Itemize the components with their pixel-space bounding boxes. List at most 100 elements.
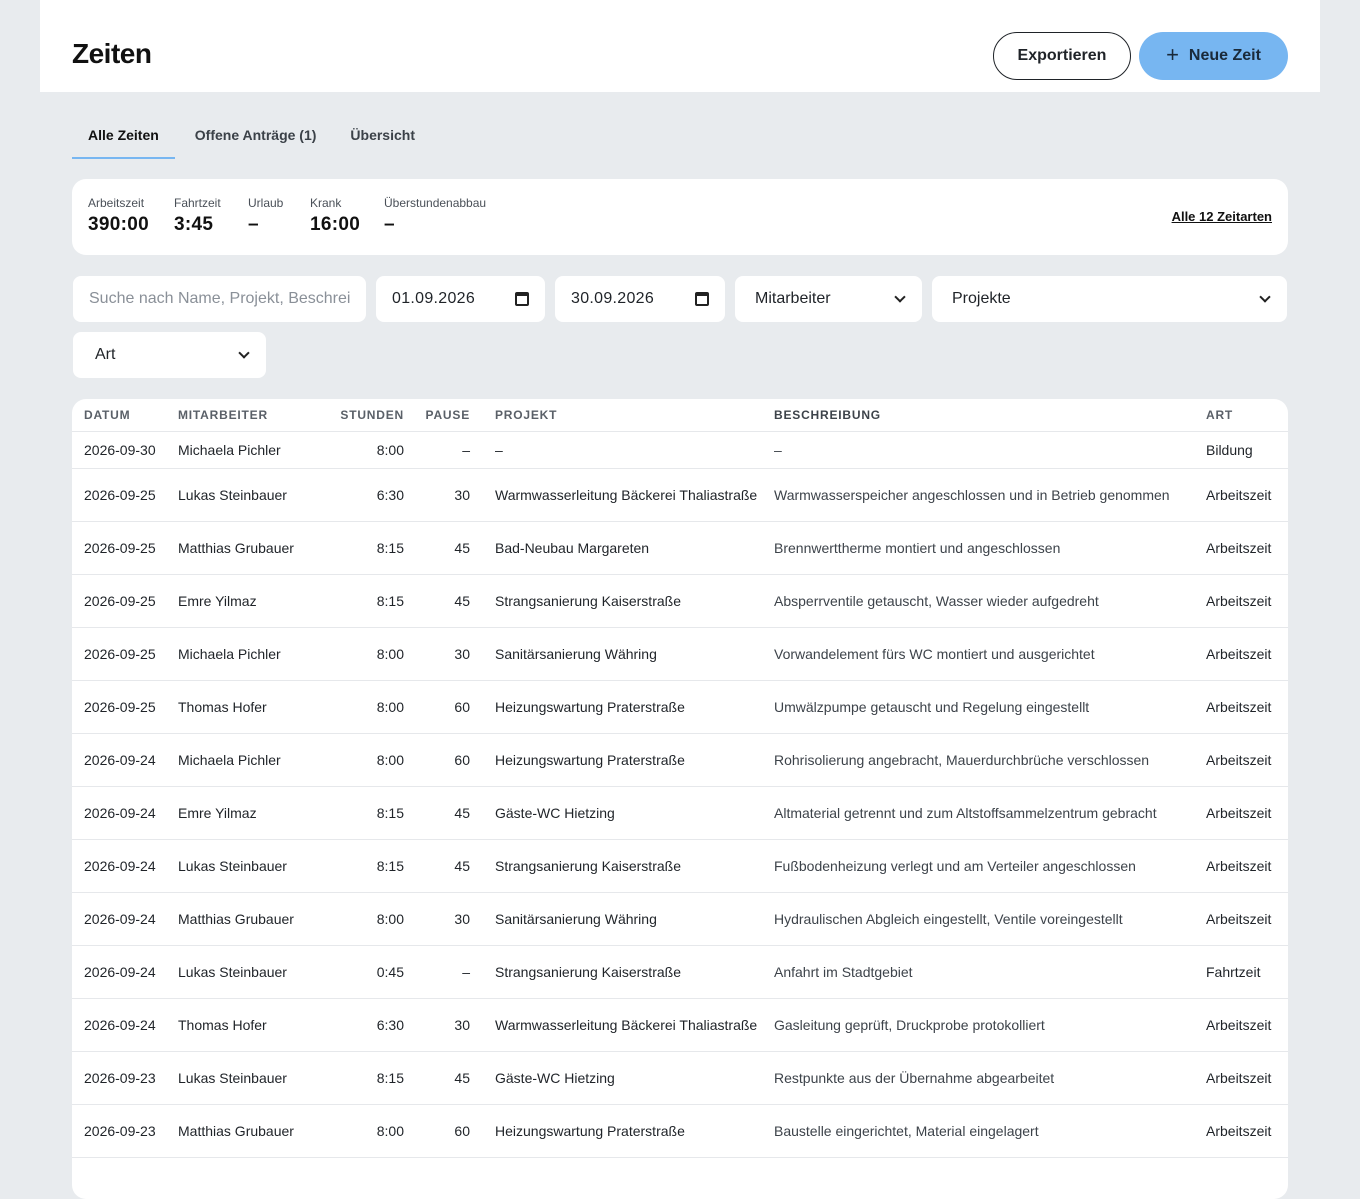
date-from-field[interactable]: 01.09.2026	[376, 276, 545, 322]
cell-type: Arbeitszeit	[1206, 680, 1288, 734]
table-row[interactable]: 2026-09-25 Michaela Pichler 8:00 30 Sanitärs…	[72, 627, 1288, 681]
cell-hours: 8:15	[322, 521, 404, 575]
stat-label: Arbeitszeit	[88, 196, 145, 210]
table-row[interactable]: 2026-09-25 Matthias Grubauer 8:15 45 Bad-Neu…	[72, 521, 1288, 575]
stat-work-time: Arbeitszeit 390:00	[88, 196, 149, 236]
cell-date: 2026-09-24	[72, 945, 178, 999]
cell-employee: Emre Yilmaz	[178, 786, 322, 840]
cell-date: 2026-09-25	[72, 468, 178, 522]
cell-project: Strangsanierung Kaiserstraße	[481, 574, 774, 628]
col-description-header[interactable]: BESCHREIBUNG	[774, 399, 1206, 432]
tab-overview[interactable]: Übersicht	[334, 118, 431, 159]
calendar-icon[interactable]	[695, 292, 709, 306]
cell-date: 2026-09-23	[72, 1104, 178, 1158]
table-row[interactable]: 2026-09-24 Lukas Steinbauer 8:15 45 Strangsa…	[72, 839, 1288, 893]
cell-pause: 30	[404, 468, 481, 522]
cell-type: Arbeitszeit	[1206, 627, 1288, 681]
search-field[interactable]	[73, 276, 366, 322]
table-row[interactable]: 2026-09-24 Matthias Grubauer 8:00 30 Sanitär…	[72, 892, 1288, 946]
cell-hours: 8:15	[322, 786, 404, 840]
stat-label: Krank	[310, 196, 342, 210]
cell-description: Umwälzpumpe getauscht und Regelung einge…	[774, 680, 1206, 734]
cell-pause: 60	[404, 680, 481, 734]
stat-value: 16:00	[310, 214, 361, 235]
table-row[interactable]: 2026-09-23 Lukas Steinbauer 8:15 45 Gäste-WC…	[72, 1051, 1288, 1105]
page-header: Zeiten Exportieren + Neue Zeit	[40, 0, 1320, 92]
table-row[interactable]: 2026-09-23 Matthias Grubauer 8:00 60 Heizung…	[72, 1104, 1288, 1158]
calendar-icon[interactable]	[515, 292, 529, 306]
cell-employee: Matthias Grubauer	[178, 521, 322, 575]
col-type-header[interactable]: ART	[1206, 399, 1288, 432]
col-employee-header[interactable]: MITARBEITER	[178, 399, 322, 432]
table-row[interactable]: 2026-09-25 Lukas Steinbauer 6:30 30 Warmwass…	[72, 468, 1288, 522]
cell-description: Altmaterial getrennt und zum Altstoffsam…	[774, 786, 1206, 840]
tab-open-requests[interactable]: Offene Anträge (1)	[175, 118, 335, 159]
cell-employee: Thomas Hofer	[178, 680, 322, 734]
cell-date: 2026-09-24	[72, 733, 178, 787]
table-row[interactable]: 2026-09-30 Michaela Pichler 8:00– – – Bildung	[72, 431, 1288, 469]
cell-type: Arbeitszeit	[1206, 998, 1288, 1052]
cell-project: Heizungswartung Praterstraße	[481, 1104, 774, 1158]
cell-type: Arbeitszeit	[1206, 839, 1288, 893]
cell-type: Arbeitszeit	[1206, 1104, 1288, 1158]
col-project-header[interactable]: PROJEKT	[481, 399, 774, 432]
cell-date: 2026-09-25	[72, 521, 178, 575]
tab-all-times[interactable]: Alle Zeiten	[72, 118, 175, 159]
table-row[interactable]: 2026-09-24 Michaela Pichler 8:00 60 Heizungs…	[72, 733, 1288, 787]
cell-project: Gäste-WC Hietzing	[481, 1051, 774, 1105]
cell-type: Bildung	[1206, 431, 1288, 469]
cell-project: Strangsanierung Kaiserstraße	[481, 839, 774, 893]
cell-project: Heizungswartung Praterstraße	[481, 680, 774, 734]
cell-pause: 30	[404, 627, 481, 681]
cell-hours: 8:00	[322, 892, 404, 946]
cell-date: 2026-09-23	[72, 1051, 178, 1105]
cell-description: Baustelle eingerichtet, Material eingela…	[774, 1104, 1206, 1158]
cell-type: Arbeitszeit	[1206, 574, 1288, 628]
col-hours-header[interactable]: STUNDEN	[322, 399, 404, 432]
cell-description: Hydraulischen Abgleich eingestellt, Vent…	[774, 892, 1206, 946]
cell-type: Arbeitszeit	[1206, 892, 1288, 946]
employee-select[interactable]: Mitarbeiter	[735, 276, 922, 322]
type-select[interactable]: Art	[73, 332, 266, 378]
col-pause-header[interactable]: PAUSE	[404, 399, 481, 432]
projects-select[interactable]: Projekte	[932, 276, 1287, 322]
cell-project: Bad-Neubau Margareten	[481, 521, 774, 575]
cell-date: 2026-09-25	[72, 680, 178, 734]
cell-employee: Lukas Steinbauer	[178, 945, 322, 999]
time-summary-card: Arbeitszeit 390:00 Fahrtzeit 3:45 Urlaub…	[72, 179, 1288, 255]
table-header-row: DATUM MITARBEITER STUNDEN PAUSE PROJEKT …	[72, 399, 1288, 432]
stat-travel-time: Fahrtzeit 3:45	[174, 196, 221, 236]
time-entries-table: DATUM MITARBEITER STUNDEN PAUSE PROJEKT …	[72, 399, 1288, 1199]
stat-value: 3:45	[174, 214, 214, 235]
cell-employee: Matthias Grubauer	[178, 1104, 322, 1158]
cell-pause: 45	[404, 839, 481, 893]
cell-project: Sanitärsanierung Währing	[481, 627, 774, 681]
cell-date: 2026-09-24	[72, 998, 178, 1052]
cell-project: Sanitärsanierung Währing	[481, 892, 774, 946]
table-row[interactable]: 2026-09-25 Thomas Hofer 8:00 60 Heizungswart…	[72, 680, 1288, 734]
date-to-field[interactable]: 30.09.2026	[555, 276, 725, 322]
col-date-header[interactable]: DATUM	[72, 399, 178, 432]
cell-employee: Lukas Steinbauer	[178, 468, 322, 522]
cell-hours: 0:45	[322, 945, 404, 999]
stat-value: –	[384, 214, 395, 235]
cell-hours: 8:00	[322, 680, 404, 734]
export-button[interactable]: Exportieren	[993, 32, 1131, 80]
table-row[interactable]: 2026-09-25 Emre Yilmaz 8:15 45 Strangsanieru…	[72, 574, 1288, 628]
cell-hours: 6:30	[322, 998, 404, 1052]
table-row[interactable]: 2026-09-24 Emre Yilmaz 8:15 45 Gäste-WC Hiet…	[72, 786, 1288, 840]
table-row[interactable]: 2026-09-24 Thomas Hofer 6:30 30 Warmwasserle…	[72, 998, 1288, 1052]
cell-type: Arbeitszeit	[1206, 521, 1288, 575]
cell-description: Vorwandelement fürs WC montiert und ausg…	[774, 627, 1206, 681]
new-time-button[interactable]: + Neue Zeit	[1139, 32, 1288, 80]
search-input[interactable]	[89, 290, 350, 308]
cell-description: Rohrisolierung angebracht, Mauerdurchbrü…	[774, 733, 1206, 787]
cell-pause: 45	[404, 1051, 481, 1105]
cell-employee: Thomas Hofer	[178, 998, 322, 1052]
table-row[interactable]: 2026-09-24 Lukas Steinbauer 0:45– Strangsan…	[72, 945, 1288, 999]
cell-employee: Lukas Steinbauer	[178, 839, 322, 893]
cell-type: Arbeitszeit	[1206, 1051, 1288, 1105]
all-time-types-link[interactable]: Alle 12 Zeitarten	[1172, 209, 1272, 224]
cell-description: –	[774, 431, 1206, 469]
cell-hours: 8:15	[322, 1051, 404, 1105]
